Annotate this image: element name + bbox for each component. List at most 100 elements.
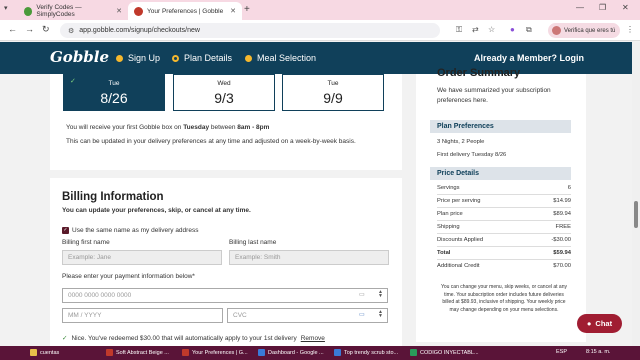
divider [437,194,571,195]
delivery-date-option[interactable]: Tue 9/9 [282,74,384,111]
taskbar-item[interactable]: Soft Abstract Beige ... [106,349,169,356]
expiry-field[interactable]: MM / YYYY [62,308,223,323]
price-value: -$30.00 [551,237,571,243]
bookmark-star-icon[interactable]: ☆ [488,25,495,34]
taskbar-item[interactable]: CODIGO INYECTABL... [410,349,479,356]
price-label: Servings [437,185,460,191]
chat-button[interactable]: ● Chat [577,314,622,333]
card-number-field[interactable]: 0000 0000 0000 0000 [62,288,388,303]
taskbar-label: CODIGO INYECTABL... [420,349,479,356]
page-scrollbar[interactable] [632,42,640,346]
info-text: between [209,124,238,131]
browser-icon [334,349,341,356]
tab-title: Verify Codes — SimplyCodes [36,4,82,18]
remove-discount-link[interactable]: Remove [301,335,325,342]
delivery-date-option[interactable]: Wed 9/3 [173,74,275,111]
first-name-label: Billing first name [62,239,110,246]
new-tab-icon[interactable]: + [244,4,250,15]
gobble-logo[interactable]: Gobble [50,48,109,66]
subscription-fine-print: You can change your menu, skip weeks, or… [440,284,567,313]
taskbar-item[interactable]: Dashboard - Google ... [258,349,324,356]
tab-title: Your Preferences | Gobble [147,7,224,15]
taskbar-language[interactable]: ESP [556,349,567,355]
redeemed-text: Nice. You've redeemed $30.00 that will a… [71,335,297,342]
billing-title: Billing Information [62,191,164,203]
scrollbar-thumb[interactable] [634,201,638,228]
price-value: $70.00 [553,263,571,269]
password-key-icon[interactable]: ⚿ [456,25,462,35]
translate-icon[interactable]: ⇄ [472,25,479,34]
browser-icon [182,349,189,356]
tab-search-icon[interactable]: ▾ [4,4,8,12]
price-row-discounts: Discounts Applied -$30.00 [437,237,571,243]
first-box-info: You will receive your first Gobble box o… [66,124,269,131]
nav-sign-up[interactable]: Sign Up [116,53,160,63]
browser-tab-simplycodes[interactable]: Verify Codes — SimplyCodes ✕ [18,2,128,20]
address-bar[interactable]: ⚙ app.gobble.com/signup/checkouts/new [60,23,440,38]
maximize-icon[interactable]: ❐ [599,3,606,12]
extensions-puzzle-icon[interactable]: ⧉ [526,25,532,35]
site-header: Gobble Sign Up Plan Details Meal Selecti… [0,42,632,74]
update-note: This can be updated in your delivery pre… [66,138,356,145]
chat-label: Chat [595,319,613,328]
plan-preferences-heading: Plan Preferences [430,120,571,133]
folder-icon [30,349,37,356]
nav-plan-details[interactable]: Plan Details [172,53,232,63]
document-icon [410,349,417,356]
reload-icon[interactable]: ↻ [42,24,50,35]
login-link[interactable]: Already a Member? Login [474,53,584,63]
nav-meal-selection[interactable]: Meal Selection [245,53,316,63]
nav-label: Plan Details [184,53,233,63]
date-day: Tue [108,80,120,87]
same-address-checkbox[interactable]: ✓ [62,227,69,234]
price-details-heading: Price Details [430,167,571,180]
close-tab-icon[interactable]: ✕ [116,7,122,15]
first-name-field[interactable]: Example: Jane [62,250,222,265]
taskbar-label: Your Preferences | G... [192,349,248,356]
minimize-icon[interactable]: — [576,3,584,12]
close-window-icon[interactable]: ✕ [622,3,629,12]
close-tab-icon[interactable]: ✕ [230,7,236,15]
cvc-card-icon: ▭ [359,312,365,318]
plan-line: 3 Nights, 2 People [437,139,485,145]
gobble-favicon-icon [134,6,143,16]
taskbar-label: Soft Abstract Beige ... [116,349,169,356]
profile-button[interactable]: Verifica que eres tú [548,23,620,38]
browser-tab-gobble[interactable]: Your Preferences | Gobble ✕ [128,2,242,20]
price-label: Discounts Applied [437,237,484,243]
check-icon: ✓ [62,335,68,342]
site-info-icon[interactable]: ⚙ [68,27,74,35]
taskbar-label: Dashboard - Google ... [268,349,324,356]
payment-label: Please enter your payment information be… [62,273,195,280]
price-row-plan-price: Plan price $89.94 [437,211,571,217]
date-value: 8/26 [100,90,128,106]
stepper-arrows-icon[interactable]: ▲ ▼ [378,310,383,319]
same-address-label: Use the same name as my delivery address [72,227,199,234]
taskbar-item[interactable]: cuentas [30,349,59,356]
info-day: Tuesday [183,124,210,131]
plan-line: First delivery Tuesday 8/26 [437,152,507,158]
forward-icon[interactable]: → [25,24,34,34]
last-name-field[interactable]: Example: Smith [229,250,389,265]
taskbar-clock[interactable]: 8:15 a. m. [586,349,610,355]
browser-menu-icon[interactable]: ⋮ [626,25,634,34]
taskbar-label: cuentas [40,349,60,356]
taskbar-item[interactable]: Top trendy scrub sto... [334,349,398,356]
delivery-date-option[interactable]: ✓ Tue 8/26 [63,74,165,111]
stepper-arrows-icon[interactable]: ▲ ▼ [378,290,383,299]
price-value: 6 [567,185,571,191]
card-icon: ▭ [359,292,365,298]
date-day: Wed [217,80,231,87]
price-row-servings: Servings 6 [437,185,571,191]
info-time: 8am - 8pm [237,124,270,131]
simplycodes-favicon-icon [24,6,33,16]
taskbar-label: Top trendy scrub sto... [344,349,399,356]
taskbar-item[interactable]: Your Preferences | G... [182,349,248,356]
date-value: 9/3 [214,90,234,106]
extension-icon[interactable]: ● [510,25,515,34]
divider [437,220,571,221]
back-icon[interactable]: ← [8,24,17,34]
last-name-label: Billing last name [229,239,277,246]
summary-description: We have summarized your subscription pre… [437,87,551,104]
step-complete-icon [116,54,123,62]
